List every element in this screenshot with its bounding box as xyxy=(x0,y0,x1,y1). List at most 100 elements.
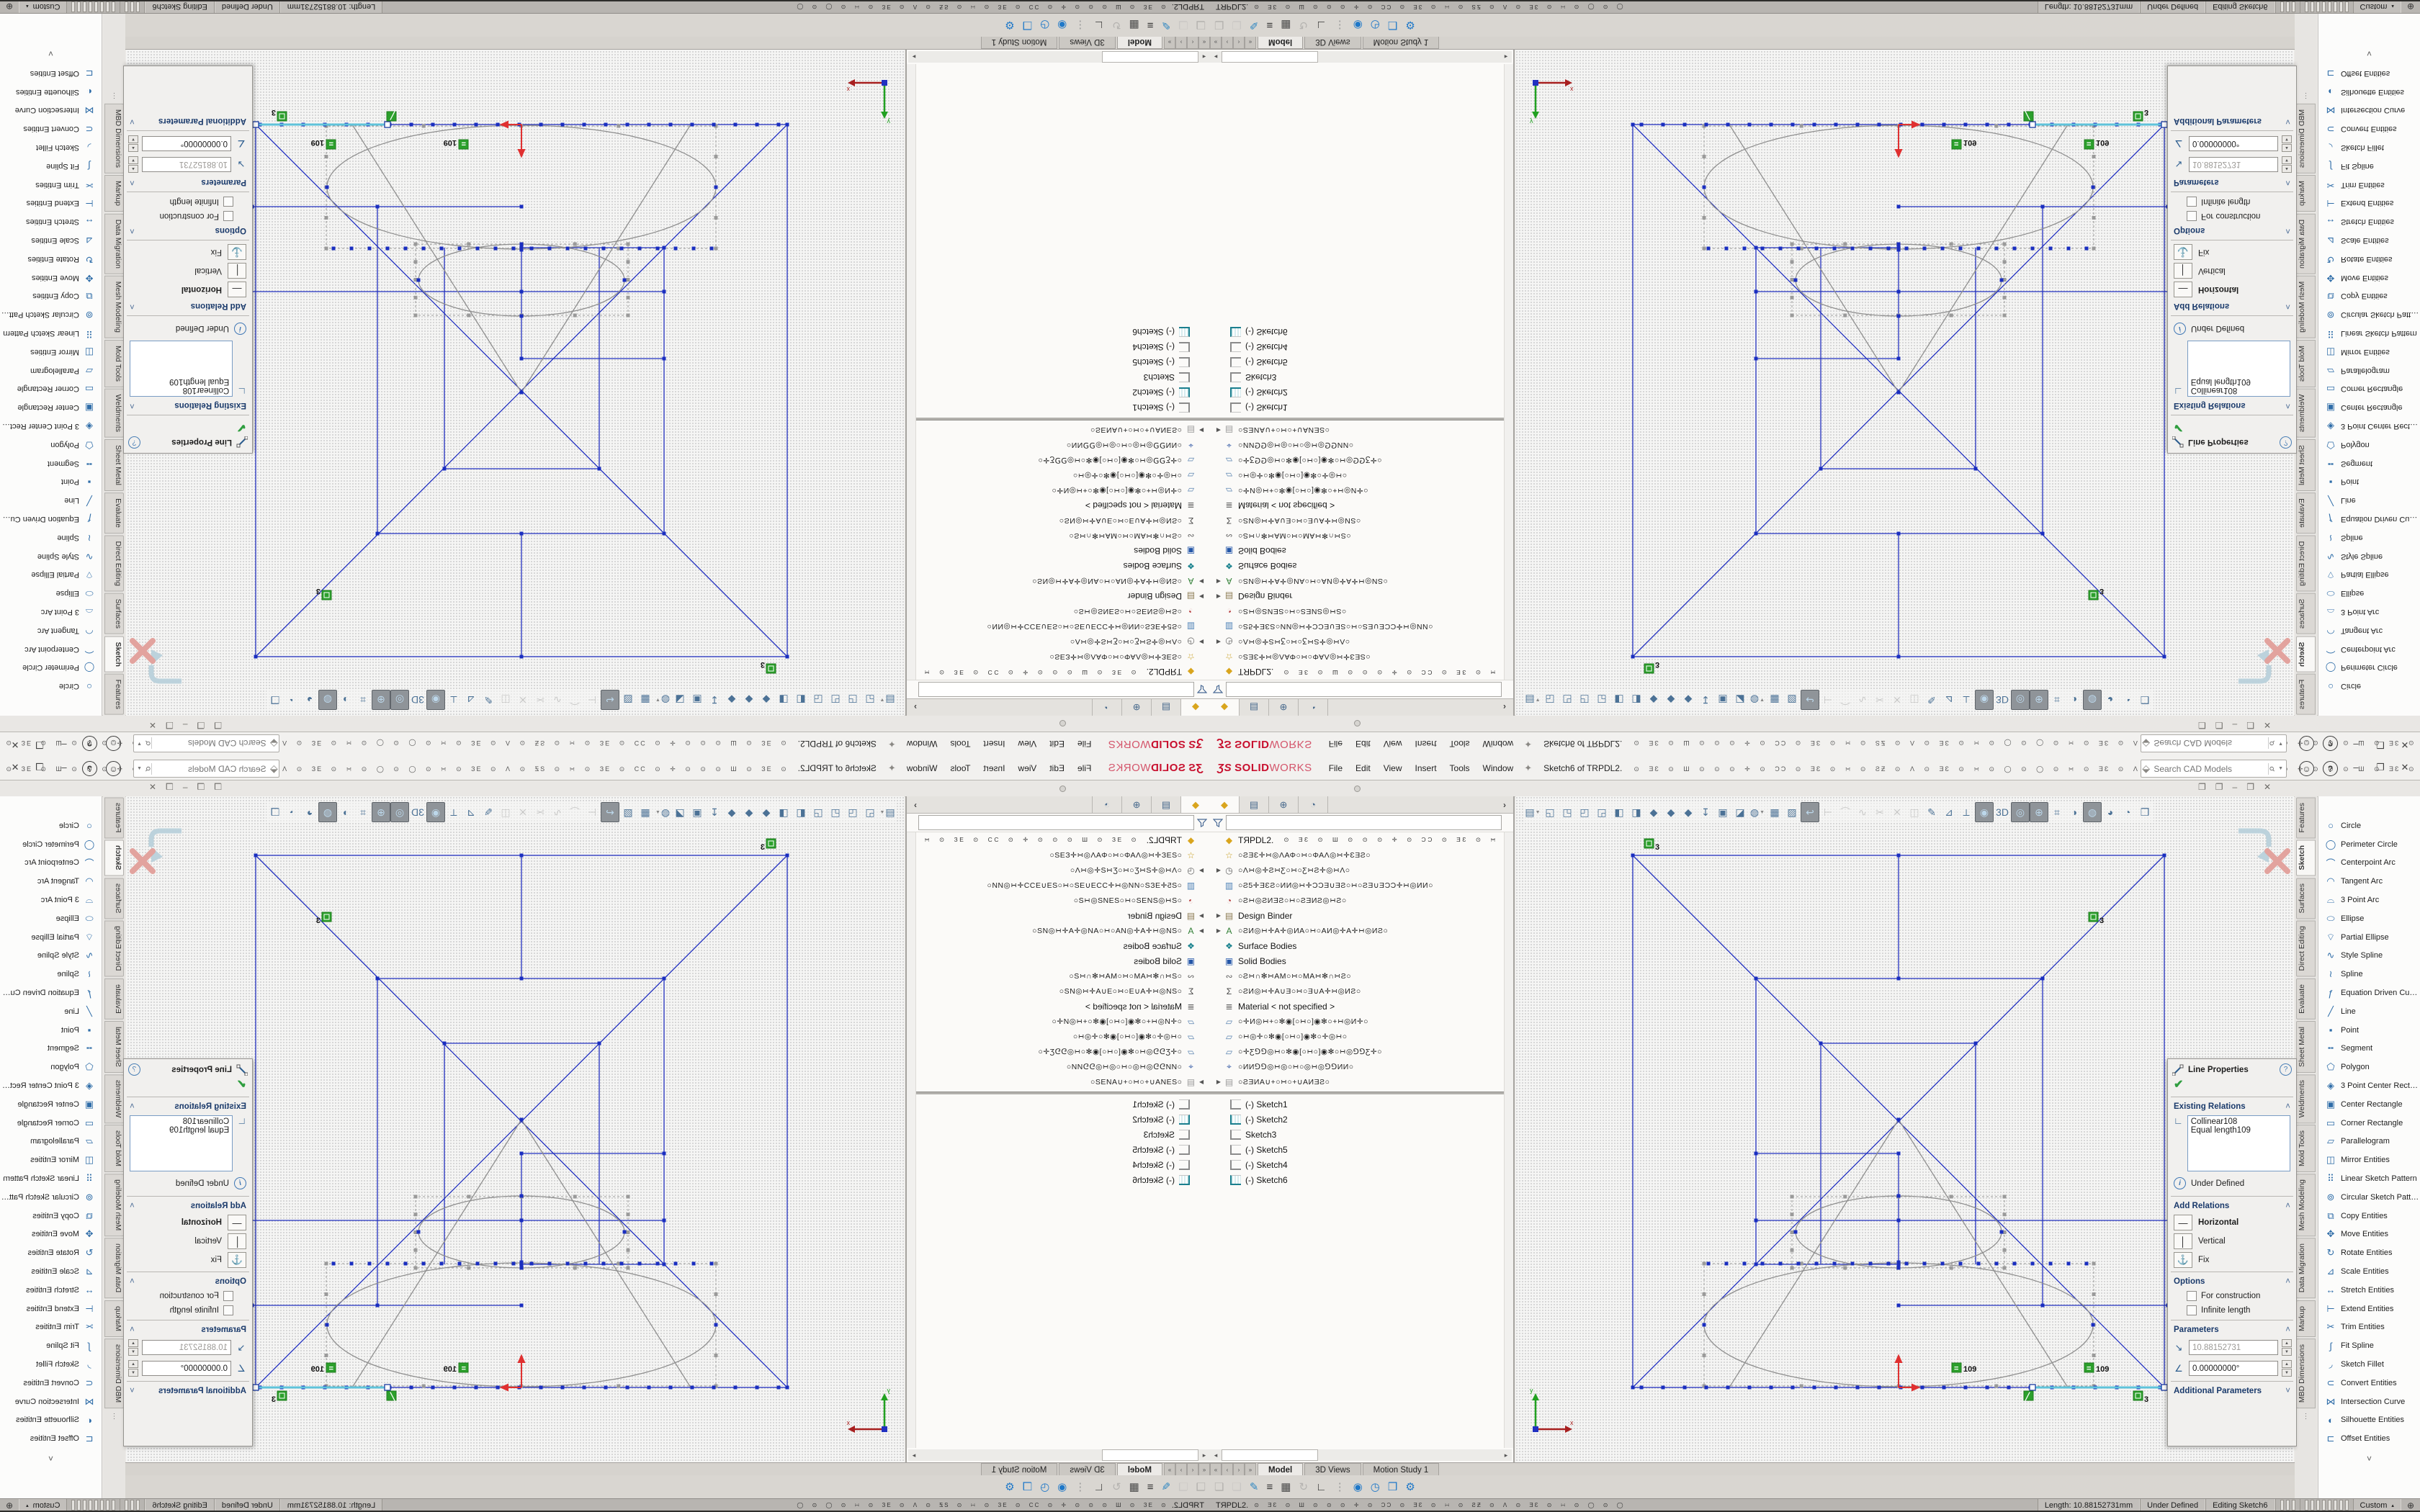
tool-line[interactable]: ╱Line xyxy=(2318,1002,2420,1021)
tree-item-sketch[interactable]: (-) Sketch5 xyxy=(1210,1142,1513,1157)
tool-rotate-entities[interactable]: ↻Rotate Entities xyxy=(2318,1243,2420,1262)
minimize-button[interactable]: – xyxy=(53,762,75,773)
layers-icon[interactable]: ❏ xyxy=(1232,1480,1241,1493)
more-tabs-icon[interactable]: ⋮ xyxy=(103,1410,125,1423)
relations-icon[interactable]: ⟂ xyxy=(1958,803,1975,822)
tree-item-sketch[interactable]: (-) Sketch2 xyxy=(1210,1112,1513,1127)
nav-1-icon[interactable]: ‹ xyxy=(1187,1463,1198,1476)
tree-item-surface[interactable]: ❖Surface Bodies xyxy=(907,559,1210,574)
tree-item-favorites[interactable]: ☆○ƧƎƐ✛∺◎ɅΑΦ○∺○ΦΑɅ◎∺✛ƐƎƧ○ xyxy=(1210,649,1513,665)
checkbox[interactable] xyxy=(223,1291,233,1301)
fm-tab-configurationmanager[interactable]: ⊕ xyxy=(1121,699,1151,716)
user-account-icon[interactable]: ☺ xyxy=(2299,736,2314,751)
more-tabs-icon[interactable]: ⋮ xyxy=(103,89,125,102)
tree-item-sigma[interactable]: Σ○ƧИ◎∺✛Α∪Ǝ○∺○Ǝ∪Α✛∺◎ИƧ○ xyxy=(1210,984,1513,999)
section-existing-relations[interactable]: Existing Relations˄ xyxy=(124,1099,252,1114)
tool-trim-entities[interactable]: ✂Trim Entities xyxy=(0,1318,102,1337)
cube-left-icon[interactable]: ◰ xyxy=(827,803,844,822)
doc-restore-icon[interactable]: ❐ xyxy=(2246,782,2254,792)
tool-style-spline[interactable]: ∿Style Spline xyxy=(0,547,102,566)
menu-tools[interactable]: Tools xyxy=(944,737,977,752)
fm-tab-propertymanager[interactable]: ▤ xyxy=(1240,796,1269,813)
option-infinite-length[interactable]: Infinite length xyxy=(124,194,252,209)
line-format-icon[interactable]: ≡ xyxy=(1266,1481,1273,1493)
expander-icon[interactable]: ▶ xyxy=(1197,639,1206,645)
restore-button[interactable]: ❐ xyxy=(29,739,50,750)
tree-item-origin[interactable]: ⌖○ИИ⅁⅁◎∺◎○∺○◎∺◎⅁⅁ИИ○ xyxy=(907,1059,1210,1074)
add-relation-fix[interactable]: ⚓Fix xyxy=(124,243,252,261)
tool-mirror-entities[interactable]: ◫Mirror Entities xyxy=(2318,343,2420,361)
sketch-pencil-icon[interactable]: ✎ xyxy=(1923,803,1940,822)
perspective-floor-icon[interactable]: ∟ xyxy=(1316,19,1327,32)
tree-item-surface[interactable]: ❖Surface Bodies xyxy=(1210,559,1513,574)
tool-circle[interactable]: ○Circle xyxy=(2318,816,2420,835)
cube-dimetric-icon[interactable]: ◆ xyxy=(1662,690,1680,709)
expander-icon[interactable]: ▶ xyxy=(1214,927,1223,934)
help-icon[interactable]: ? xyxy=(82,736,97,751)
angle-spinner[interactable]: ▲▼ xyxy=(128,1360,138,1377)
reminder-clock-icon[interactable]: ◷ xyxy=(1040,1480,1049,1493)
tool-trim-entities[interactable]: ✂Trim Entities xyxy=(2318,176,2420,194)
scroll-left-icon[interactable]: ◂ xyxy=(1198,53,1210,61)
tree-item-root[interactable]: ◆TЯPDL2.⊙ ƎƐ ⊙ Ш ⊙ ⊙ ⊙ ✛ ⊙ ƆƆ ⊙ ƎƐ ⊙ ∺ ⊙… xyxy=(1210,665,1513,680)
fm-tab-appearances[interactable]: ◔ xyxy=(1092,699,1121,716)
selection-filter-icon[interactable]: ↻ xyxy=(1299,1480,1308,1493)
tool-extend-entities[interactable]: ⊢Extend Entities xyxy=(2318,1300,2420,1318)
document-window-controls[interactable]: ❐❐–❐✕ xyxy=(2198,782,2271,792)
tool-corner-rectangle[interactable]: ▭Corner Rectangle xyxy=(0,1114,102,1133)
view-selector-icon[interactable]: ▤▼ xyxy=(1524,690,1541,709)
line-endpoint-handle[interactable] xyxy=(385,1385,390,1390)
add-relation-fix[interactable]: ⚓Fix xyxy=(124,1251,252,1269)
tool-tangent-arc[interactable]: ◠Tangent Arc xyxy=(2318,621,2420,640)
relations-listbox[interactable]: Collinear108 Equal length109 xyxy=(130,341,233,397)
scene-apply-icon[interactable]: ◍ xyxy=(2083,802,2102,822)
tree-item-sketch[interactable]: (-) Sketch6 xyxy=(907,325,1210,340)
length-input[interactable] xyxy=(143,1344,230,1352)
tree-item-sketch[interactable]: (-) Sketch1 xyxy=(907,400,1210,415)
measure-icon[interactable]: ⊿ xyxy=(462,803,480,822)
tool-sketch-fillet[interactable]: ◞Sketch Fillet xyxy=(2318,138,2420,157)
menu-window[interactable]: Window xyxy=(900,737,944,752)
tool-linear-sketch-pattern[interactable]: ⠿Linear Sketch Pattern xyxy=(0,324,102,343)
fix-icon[interactable]: ⚓ xyxy=(228,244,246,260)
horizontal-icon[interactable]: — xyxy=(2174,1215,2192,1230)
tree-item-history[interactable]: ▶◷○Ʌ∺◎✛Ƨ∺Ƹ○∺○Ƹ∺Ƨ✛◎∺Ʌ○ xyxy=(1210,863,1513,878)
grid-icon[interactable]: ⌗ xyxy=(354,803,372,822)
search-dropdown-icon[interactable]: ▼ xyxy=(2275,766,2286,771)
tool-equation-driven-curve[interactable]: ƒEquation Driven Curve xyxy=(2318,510,2420,528)
tool-spline[interactable]: ≀Spline xyxy=(2318,528,2420,547)
cube-top-icon[interactable]: ◧ xyxy=(1610,803,1628,822)
tab-sheet-metal[interactable]: Sheet Metal xyxy=(104,1021,124,1073)
tool-segment[interactable]: ╍Segment xyxy=(0,1040,102,1058)
nav-0-icon[interactable]: « xyxy=(1198,1463,1210,1476)
display-style-icon[interactable]: ◍▼ xyxy=(654,803,671,822)
user-account-icon[interactable]: ☺ xyxy=(106,761,121,776)
fm-tab-featuremanager[interactable]: ◆ xyxy=(1180,796,1210,813)
tool-spline[interactable]: ≀Spline xyxy=(0,965,102,984)
help-icon[interactable]: ? xyxy=(82,761,97,776)
add-relation-vertical[interactable]: │Vertical xyxy=(2168,1232,2296,1251)
scroll-left-icon[interactable]: ◂ xyxy=(1210,1452,1222,1459)
tree-item-binder[interactable]: ▶▤Design Binder xyxy=(1210,908,1513,923)
document-window-controls[interactable]: ❐❐–❐✕ xyxy=(149,782,222,792)
menu-file[interactable]: File xyxy=(1322,737,1349,752)
menu-insert[interactable]: Insert xyxy=(977,737,1011,752)
tree-splitter[interactable] xyxy=(1210,418,1513,420)
verification-icon[interactable]: ◉ xyxy=(1057,19,1067,32)
tab-evaluate[interactable]: Evaluate xyxy=(104,978,124,1020)
cube-back-icon[interactable]: ◳ xyxy=(844,803,861,822)
tool-circular-sketch-pattern[interactable]: ⊚Circular Sketch Pattern xyxy=(2318,305,2420,324)
expander-icon[interactable]: ▶ xyxy=(1214,1079,1223,1085)
fm-expand-icon[interactable]: › xyxy=(907,699,924,716)
appearance-brush-icon[interactable]: ✎ xyxy=(1250,1480,1259,1493)
tool-move-entities[interactable]: ✥Move Entities xyxy=(0,1225,102,1244)
help-icon[interactable]: ? xyxy=(2323,761,2338,776)
accept-check-icon[interactable]: ✔ xyxy=(2168,418,2296,435)
measure-icon[interactable]: ⊿ xyxy=(1940,803,1958,822)
tool-offset-entities[interactable]: ⊏Offset Entities xyxy=(0,64,102,83)
tool-move-entities[interactable]: ✥Move Entities xyxy=(2318,269,2420,287)
tab-direct-editing[interactable]: Direct Editing xyxy=(104,535,124,591)
checkbox[interactable] xyxy=(2187,1305,2197,1315)
relation-item[interactable]: Equal length109 xyxy=(133,377,229,386)
shadows-icon[interactable]: ◑ xyxy=(337,803,354,822)
